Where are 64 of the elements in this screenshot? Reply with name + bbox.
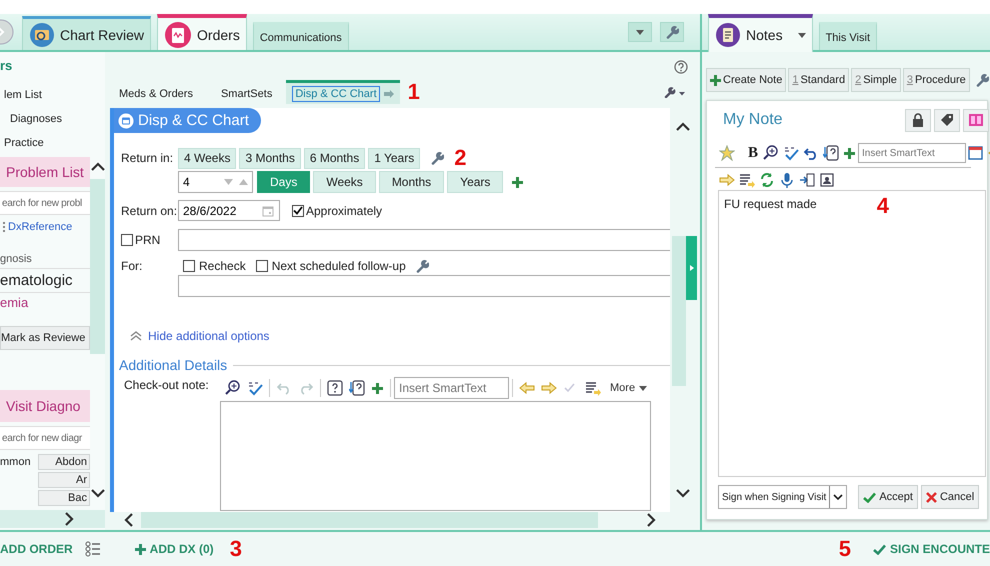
preset-button[interactable]: 3 Months: [239, 148, 301, 168]
note-text-area[interactable]: FU request made 4: [718, 190, 986, 477]
note-type-button[interactable]: 2 Simple: [851, 68, 901, 92]
bold-button[interactable]: B: [748, 144, 758, 162]
add-order-button[interactable]: ADD ORDER: [0, 542, 73, 556]
sign-option-dropdown[interactable]: Sign when Signing Visit: [718, 485, 848, 509]
panel-title: Disp & CC Chart: [114, 108, 261, 133]
tab[interactable]: Disp & CC Chart: [286, 80, 400, 104]
field-label: Check-out note:: [124, 377, 210, 393]
section-title: rs: [0, 58, 14, 73]
checkbox-label: Approximately: [306, 204, 382, 218]
tab[interactable]: Orders: [157, 14, 247, 50]
review-button[interactable]: Mark as Reviewe: [0, 326, 90, 350]
unit-button[interactable]: Weeks: [313, 171, 376, 193]
preset-button[interactable]: 1 Years: [368, 148, 420, 168]
smarttext-field[interactable]: Insert SmartText: [858, 143, 966, 163]
field-label: Return in:: [121, 151, 174, 165]
diagnosis-button[interactable]: Abdon: [38, 454, 90, 470]
cancel-button[interactable]: Cancel: [920, 485, 980, 509]
diagnosis-button[interactable]: Ar: [38, 472, 90, 488]
checkbox-label: PRN: [135, 233, 160, 247]
search-field[interactable]: earch for new diagr: [0, 426, 90, 450]
tab[interactable]: Communications: [252, 22, 349, 50]
tab[interactable]: This Visit: [818, 22, 877, 50]
add-dx-button[interactable]: ADD DX (0): [134, 542, 214, 556]
field-label: For:: [121, 259, 144, 273]
annotation-number: 2: [454, 147, 466, 169]
note-type-button[interactable]: Create Note: [706, 68, 786, 92]
checkbox-label: Next scheduled follow-up: [272, 259, 406, 273]
annotation-number: 1: [408, 81, 420, 103]
unit-button[interactable]: Months: [378, 171, 444, 193]
note-type-button[interactable]: 3 Procedure: [902, 68, 970, 92]
sidebar-item[interactable]: Practice: [0, 137, 90, 149]
smarttext-field[interactable]: Insert SmartText: [394, 377, 509, 399]
annotation-number: 4: [876, 195, 889, 217]
diagnosis-button[interactable]: Bac: [38, 490, 90, 506]
tab[interactable]: Notes: [708, 14, 813, 52]
tab[interactable]: Meds & Orders: [105, 80, 207, 104]
checkbox-label: Recheck: [199, 259, 246, 273]
section-header: Visit Diagno: [0, 390, 90, 422]
sidebar-item[interactable]: lem List: [0, 89, 90, 101]
row-label: mmon: [0, 455, 32, 470]
annotation-number: 3: [230, 538, 242, 560]
tab[interactable]: Chart Review: [22, 16, 152, 50]
note-type-button[interactable]: 1 Standard: [788, 68, 850, 92]
search-field[interactable]: earch for new probl: [0, 191, 90, 215]
preset-button[interactable]: 6 Months: [304, 148, 366, 168]
problem-item[interactable]: emia: [0, 293, 90, 310]
sign-encounter-button[interactable]: SIGN ENCOUNTE: [872, 542, 990, 556]
reference-link[interactable]: DxReference: [8, 221, 72, 233]
preset-button[interactable]: 4 Weeks: [178, 148, 236, 168]
more-button[interactable]: More: [610, 382, 648, 394]
note-title: My Note: [722, 111, 784, 129]
unit-button[interactable]: Years: [447, 171, 504, 193]
date-field[interactable]: 28/6/2022: [178, 200, 280, 221]
section-header: Problem List: [0, 157, 90, 187]
section-title: Additional Details: [119, 357, 228, 373]
field-label: Return on:: [121, 204, 178, 218]
annotation-number: 5: [838, 538, 851, 560]
sidebar-item[interactable]: Diagnoses: [0, 113, 90, 125]
toggle-link[interactable]: Hide additional options: [148, 329, 270, 343]
accept-button[interactable]: Accept: [858, 485, 918, 509]
note-text: FU request made: [724, 197, 817, 211]
tab[interactable]: SmartSets: [206, 80, 286, 104]
